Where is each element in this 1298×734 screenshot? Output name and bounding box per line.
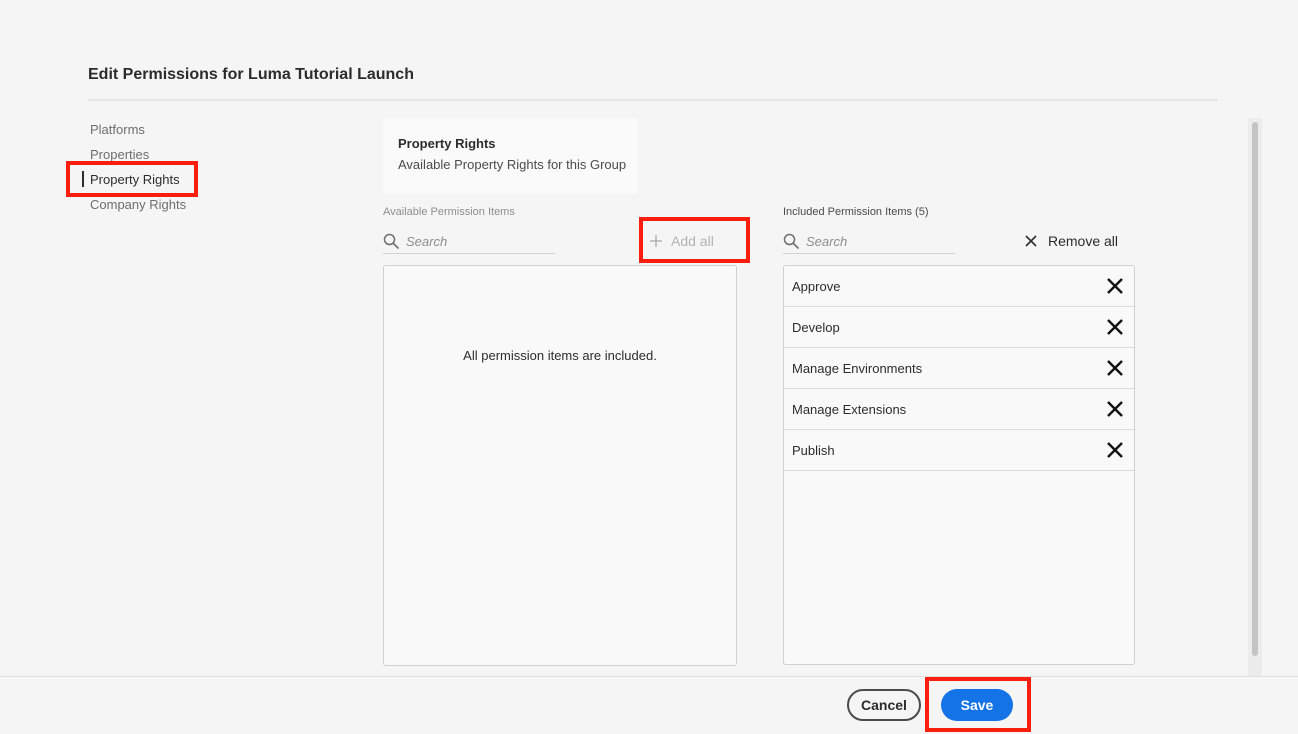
highlight-save — [925, 677, 1031, 732]
list-item-label: Publish — [792, 442, 835, 458]
info-card-subtext: Available Property Rights for this Group — [398, 157, 627, 172]
included-search — [783, 228, 955, 254]
included-items-panel: Approve Develop Manage Environments Mana… — [783, 265, 1135, 665]
list-item-label: Manage Environments — [792, 360, 923, 376]
list-item: Manage Environments — [784, 348, 1134, 389]
cancel-button[interactable]: Cancel — [847, 689, 921, 721]
close-icon — [1025, 235, 1037, 247]
list-item-label: Manage Extensions — [792, 401, 907, 417]
close-icon[interactable] — [1106, 277, 1124, 295]
scrollbar[interactable] — [1248, 118, 1262, 676]
remove-all-label: Remove all — [1048, 233, 1119, 249]
dialog-footer — [0, 676, 1298, 734]
sidebar-item-platforms[interactable]: Platforms — [90, 122, 145, 137]
scrollbar-thumb[interactable] — [1252, 122, 1258, 656]
included-items-label: Included Permission Items (5) — [783, 206, 929, 218]
available-search-input[interactable] — [406, 230, 546, 252]
close-icon[interactable] — [1106, 359, 1124, 377]
list-item-label: Develop — [792, 319, 840, 335]
available-search — [383, 228, 555, 254]
remove-all-button[interactable]: Remove all — [1024, 229, 1118, 253]
list-item: Approve — [784, 266, 1134, 307]
sidebar-item-company-rights[interactable]: Company Rights — [90, 197, 186, 212]
info-card: Property Rights Available Property Right… — [383, 118, 638, 194]
close-icon[interactable] — [1106, 441, 1124, 459]
list-item: Publish — [784, 430, 1134, 471]
highlight-add-all — [639, 217, 750, 263]
search-icon — [783, 233, 799, 249]
dialog-title: Edit Permissions for Luma Tutorial Launc… — [88, 66, 414, 83]
list-item: Develop — [784, 307, 1134, 348]
list-item-label: Approve — [792, 278, 841, 294]
search-icon — [383, 233, 399, 249]
highlight-property-rights — [66, 161, 198, 197]
info-card-heading: Property Rights — [398, 136, 496, 151]
close-icon[interactable] — [1106, 400, 1124, 418]
included-search-input[interactable] — [806, 230, 946, 252]
sidebar-item-properties[interactable]: Properties — [90, 147, 149, 162]
list-item: Manage Extensions — [784, 389, 1134, 430]
available-items-panel: All permission items are included. — [383, 265, 737, 666]
title-divider — [88, 99, 1218, 101]
available-items-label: Available Permission Items — [383, 206, 515, 218]
close-icon[interactable] — [1106, 318, 1124, 336]
empty-message: All permission items are included. — [463, 348, 657, 363]
